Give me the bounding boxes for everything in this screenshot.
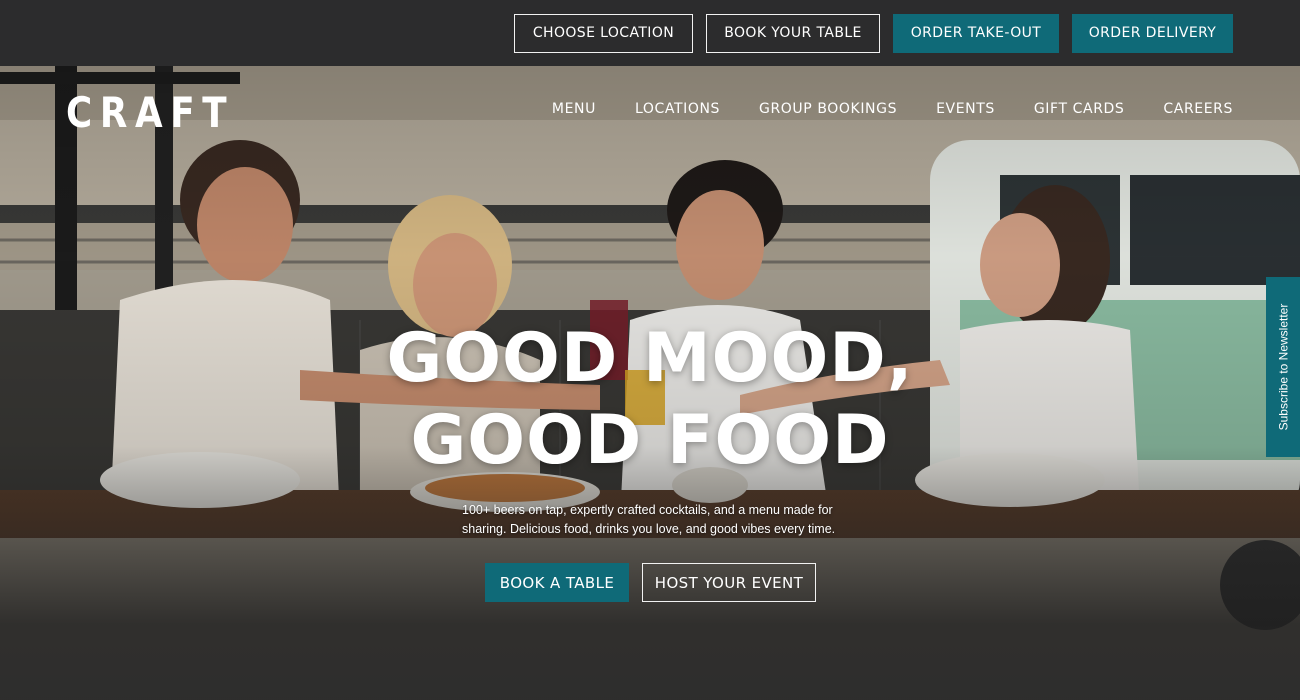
top-utility-bar: CHOOSE LOCATION BOOK YOUR TABLE ORDER TA…	[0, 0, 1300, 66]
craft-logo[interactable]: CRAFT	[66, 88, 234, 137]
nav-item-menu[interactable]: MENU	[552, 101, 596, 117]
nav-item-group-bookings[interactable]: GROUP BOOKINGS	[759, 101, 897, 117]
choose-location-button[interactable]: CHOOSE LOCATION	[514, 13, 693, 53]
hero-headline: GOOD MOOD, GOOD FOOD	[0, 318, 1300, 482]
nav-item-careers[interactable]: CAREERS	[1163, 101, 1233, 117]
order-take-out-button[interactable]: ORDER TAKE-OUT	[893, 13, 1059, 53]
nav-item-gift-cards[interactable]: GIFT CARDS	[1034, 101, 1125, 117]
order-delivery-button[interactable]: ORDER DELIVERY	[1072, 13, 1233, 53]
hero-subtext: 100+ beers on tap, expertly crafted cock…	[462, 503, 836, 536]
subscribe-newsletter-tab[interactable]: Subscribe to Newsletter	[1266, 277, 1300, 457]
host-your-event-button[interactable]: HOST YOUR EVENT	[642, 563, 816, 602]
book-your-table-button[interactable]: BOOK YOUR TABLE	[706, 13, 880, 53]
headline-line-2: GOOD FOOD	[410, 401, 890, 480]
newsletter-label: Subscribe to Newsletter	[1276, 303, 1291, 431]
book-a-table-button[interactable]: BOOK A TABLE	[485, 563, 629, 602]
headline-line-1: GOOD MOOD,	[386, 319, 914, 398]
nav-item-locations[interactable]: LOCATIONS	[635, 101, 720, 117]
nav-item-events[interactable]: EVENTS	[936, 101, 995, 117]
main-navigation: MENU LOCATIONS GROUP BOOKINGS EVENTS GIF…	[552, 101, 1233, 117]
hero-cta-group: BOOK A TABLE HOST YOUR EVENT	[485, 563, 816, 602]
